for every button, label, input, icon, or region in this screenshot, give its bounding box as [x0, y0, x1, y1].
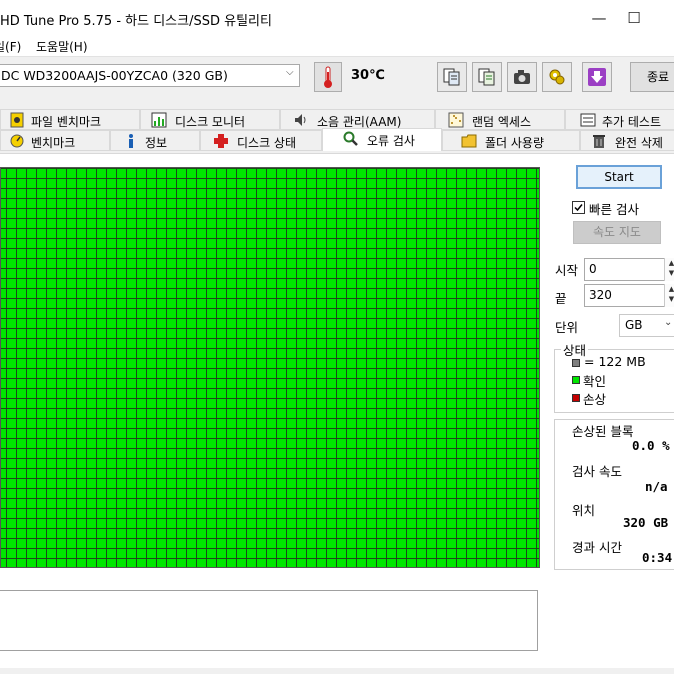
chevron-down-icon[interactable]: ⌵	[286, 67, 294, 78]
elapsed-time-value: 0:34	[642, 550, 673, 565]
camera-icon	[514, 70, 530, 84]
menu-bar	[0, 37, 674, 56]
tab-file-benchmark[interactable]: 파일 벤치마크	[0, 109, 140, 130]
tab-noise-management[interactable]: 소음 관리(AAM)	[280, 109, 435, 130]
tab-benchmark[interactable]: 벤치마크	[0, 130, 110, 151]
speaker-icon	[295, 114, 306, 126]
tab-label: 추가 테스트	[602, 115, 662, 129]
copy-info-icon	[443, 68, 460, 86]
end-spinner[interactable]: ▲ ▼	[664, 284, 674, 307]
magnifier-icon	[343, 131, 358, 146]
chevron-down-icon[interactable]: ⌄	[664, 317, 672, 328]
copy-text-button[interactable]	[472, 62, 502, 92]
tab-label: 랜덤 엑세스	[472, 115, 532, 129]
download-arrow-icon	[588, 68, 606, 86]
tab-folder-usage[interactable]: 폴더 사용량	[442, 130, 580, 151]
scan-speed-label: 검사 속도	[572, 464, 622, 479]
maximize-button[interactable]: ☐	[611, 0, 657, 37]
tab-label: 정보	[145, 136, 168, 150]
elapsed-time-label: 경과 시간	[572, 540, 622, 555]
tab-info[interactable]: 정보	[110, 130, 200, 151]
temperature-readout: 30℃	[351, 68, 385, 83]
disk-monitor-icon	[151, 112, 167, 128]
log-box[interactable]	[0, 590, 538, 651]
position-label: 위치	[572, 503, 596, 518]
start-field[interactable]: 0	[584, 258, 674, 281]
file-benchmark-icon	[10, 112, 24, 128]
block-map	[0, 167, 540, 568]
tab-label: 디스크 상태	[237, 136, 297, 150]
info-icon	[129, 134, 133, 148]
start-button[interactable]: Start	[576, 165, 662, 189]
copy-info-button[interactable]	[437, 62, 467, 92]
menu-file[interactable]: 일(F)	[0, 38, 21, 55]
folder-icon	[461, 134, 477, 148]
bottom-edge	[0, 668, 674, 674]
quick-scan-label[interactable]: 빠른 검사	[589, 199, 639, 218]
health-cross-icon	[214, 134, 228, 148]
position-value: 320 GB	[623, 515, 669, 530]
menu-help[interactable]: 도움말(H)	[36, 38, 88, 55]
end-field-label: 끝	[555, 291, 567, 306]
tab-label: 폴더 사용량	[485, 136, 545, 150]
benchmark-icon	[10, 134, 24, 148]
tab-disk-monitor[interactable]: 디스크 모니터	[140, 109, 280, 130]
block-size-swatch	[572, 359, 580, 367]
window-title: HD Tune Pro 5.75 - 하드 디스크/SSD 유틸리티	[0, 14, 272, 29]
tab-extra-tests[interactable]: 추가 테스트	[565, 109, 674, 130]
damaged-swatch	[572, 394, 580, 402]
tab-label: 벤치마크	[31, 136, 76, 150]
tab-random-access[interactable]: 랜덤 엑세스	[435, 109, 565, 130]
speed-map-button[interactable]: 속도 지도	[573, 221, 661, 244]
extra-tests-icon	[580, 113, 596, 127]
start-field-label: 시작	[555, 263, 579, 278]
tab-secure-erase[interactable]: 완전 삭제	[580, 130, 674, 151]
exit-button[interactable]: 종료	[630, 62, 674, 92]
screenshot-button[interactable]	[507, 62, 537, 92]
tab-label: 완전 삭제	[615, 136, 663, 150]
damaged-label: 손상	[583, 392, 607, 407]
block-size-label: = 122 MB	[584, 354, 646, 369]
drive-select[interactable]: DC WD3200AAJS-00YZCA0 (320 GB)	[0, 64, 300, 87]
options-button[interactable]	[542, 62, 572, 92]
checkmark-icon	[574, 204, 583, 212]
tab-error-scan[interactable]: 오류 검사	[322, 128, 442, 151]
scan-speed-value: n/a	[645, 479, 668, 494]
ok-swatch	[572, 376, 580, 384]
save-button[interactable]	[582, 62, 612, 92]
quick-scan-checkbox[interactable]	[572, 201, 585, 214]
options-icon	[549, 69, 565, 85]
trash-icon	[593, 135, 605, 148]
damaged-blocks-value: 0.0 %	[632, 438, 670, 453]
tab-label: 오류 검사	[367, 134, 415, 148]
thermometer-icon[interactable]	[314, 62, 342, 92]
tab-label: 파일 벤치마크	[31, 115, 102, 129]
ok-label: 확인	[583, 374, 607, 389]
start-spinner[interactable]: ▲ ▼	[664, 258, 674, 281]
copy-text-icon	[478, 68, 495, 86]
random-access-icon	[448, 112, 464, 128]
end-field[interactable]: 320	[584, 284, 674, 307]
damaged-blocks-label: 손상된 블록	[572, 424, 634, 439]
tab-label: 디스크 모니터	[175, 115, 246, 129]
tab-health[interactable]: 디스크 상태	[200, 130, 322, 151]
unit-label: 단위	[555, 320, 579, 335]
